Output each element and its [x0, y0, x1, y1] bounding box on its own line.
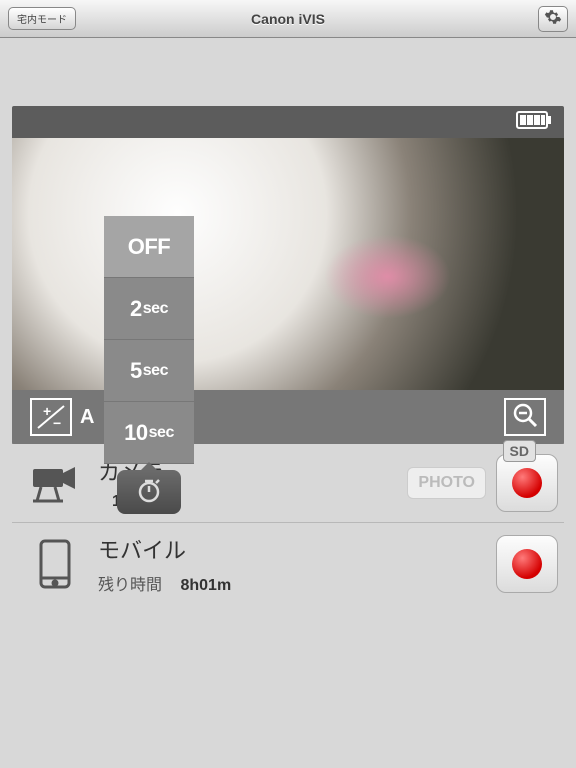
- battery-icon: [516, 111, 552, 134]
- live-preview[interactable]: [12, 138, 564, 390]
- timer-popover: OFF 2sec 5sec 10sec: [104, 216, 194, 514]
- self-timer-button[interactable]: [117, 470, 181, 514]
- svg-text:+: +: [43, 404, 51, 419]
- camcorder-icon: [12, 463, 98, 503]
- camera-record-button[interactable]: [496, 454, 558, 512]
- timer-option-10s[interactable]: 10sec: [104, 402, 194, 464]
- sd-badge: SD: [503, 440, 536, 462]
- preview-panel: +− A: [12, 106, 564, 444]
- mobile-remaining-label: 残り時間: [98, 577, 162, 594]
- timer-option-off[interactable]: OFF: [104, 216, 194, 278]
- record-icon: [512, 549, 542, 579]
- phone-icon: [12, 538, 98, 590]
- device-list: カメラ 15h26m SD PHOTO モバイル 残り時間 8h01m: [12, 444, 564, 605]
- timer-option-5s[interactable]: 5sec: [104, 340, 194, 402]
- svg-text:−: −: [53, 415, 61, 430]
- timer-icon: [136, 477, 162, 508]
- gear-icon: [544, 8, 562, 29]
- mobile-row: モバイル 残り時間 8h01m: [12, 523, 564, 605]
- toolbar: 宅内モード Canon iVIS: [0, 0, 576, 38]
- app-title: Canon iVIS: [0, 11, 576, 27]
- record-icon: [512, 468, 542, 498]
- camera-row: カメラ 15h26m SD PHOTO: [12, 444, 564, 523]
- settings-button[interactable]: [538, 6, 568, 32]
- photo-button[interactable]: PHOTO: [407, 467, 486, 499]
- mobile-title: モバイル: [98, 533, 496, 565]
- mobile-remaining-value: 8h01m: [180, 577, 231, 594]
- zoom-button[interactable]: [504, 398, 546, 436]
- magnifier-icon: [511, 402, 539, 433]
- timer-option-2s[interactable]: 2sec: [104, 278, 194, 340]
- mobile-record-button[interactable]: [496, 535, 558, 593]
- status-strip: +− A: [12, 390, 564, 444]
- exposure-label: A: [80, 406, 94, 429]
- exposure-button[interactable]: +− A: [30, 398, 94, 436]
- mode-button[interactable]: 宅内モード: [8, 7, 76, 30]
- exposure-icon: +−: [30, 398, 72, 436]
